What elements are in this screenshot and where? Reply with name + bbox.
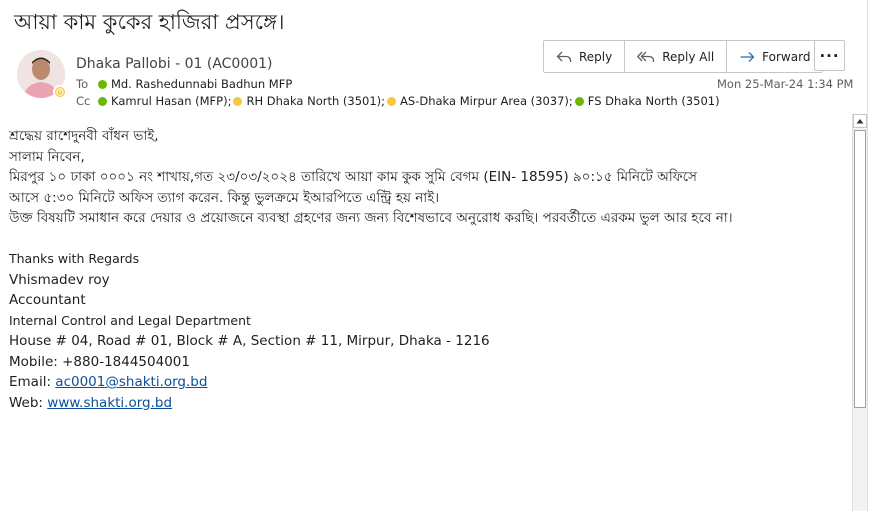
- cc-recipient-name: AS-Dhaka Mirpur Area (3037);: [400, 94, 573, 108]
- cc-recipient[interactable]: Kamrul Hasan (MFP);: [98, 94, 231, 108]
- email-label: Email:: [9, 374, 56, 390]
- cc-recipient-name: Kamrul Hasan (MFP);: [111, 94, 232, 108]
- forward-icon: [740, 51, 755, 62]
- signature-email-line: Email: ac0001@shakti.org.bd: [9, 372, 845, 393]
- received-date: Mon 25-Mar-24 1:34 PM: [717, 77, 854, 91]
- reply-all-icon: [637, 51, 655, 62]
- reply-button[interactable]: Reply: [544, 41, 626, 72]
- reply-all-button[interactable]: Reply All: [625, 41, 728, 72]
- body-line: আসে ৫:৩০ মিনিটে অফিস ত্যাগ করেন. কিন্তু …: [9, 189, 440, 206]
- web-label: Web:: [9, 394, 48, 411]
- cc-recipient-name: RH Dhaka North (3501);: [246, 94, 386, 108]
- signature-address: House # 04, Road # 01, Block # A, Sectio…: [9, 333, 490, 349]
- scroll-up-button[interactable]: [853, 114, 867, 128]
- available-presence-icon: [98, 96, 107, 106]
- sender-name[interactable]: Dhaka Pallobi - 01 (AC0001): [76, 56, 273, 72]
- cc-recipient[interactable]: RH Dhaka North (3501);: [233, 94, 385, 108]
- away-presence-icon: [387, 96, 397, 106]
- cc-label: Cc: [76, 94, 91, 108]
- signature-regards: Thanks with Regards: [9, 251, 140, 266]
- message-body: শ্রদ্ধেয় রাশেদুনবী বাঁধন ভাই, সালাম নিব…: [9, 126, 845, 413]
- reply-label: Reply: [579, 49, 613, 64]
- away-presence-icon: [53, 85, 67, 99]
- to-recipient[interactable]: Md. Rashedunnabi Badhun MFP: [98, 77, 292, 91]
- cc-row: Cc Kamrul Hasan (MFP); RH Dhaka North (3…: [76, 94, 722, 108]
- body-salutation: সালাম নিবেন,: [9, 148, 85, 165]
- to-recipient-name: Md. Rashedunnabi Badhun MFP: [111, 77, 293, 91]
- vertical-scrollbar[interactable]: [852, 114, 867, 511]
- body-line: মিরপুর ১০ ঢাকা ০০০১ নং শাখায়,গত ২৩/০৩/২…: [9, 169, 697, 185]
- signature-web-line: Web: www.shakti.org.bd: [9, 393, 845, 414]
- body-line: উক্ত বিষয়টি সমাধান করে দেয়ার ও প্রয়োজ…: [9, 210, 733, 226]
- forward-button[interactable]: Forward: [727, 41, 823, 72]
- available-presence-icon: [98, 79, 107, 89]
- available-presence-icon: [574, 96, 584, 106]
- caret-up-icon: [856, 119, 864, 124]
- signature-title: Accountant: [9, 292, 86, 308]
- reply-all-label: Reply All: [662, 49, 715, 64]
- email-link[interactable]: ac0001@shakti.org.bd: [55, 374, 207, 390]
- reply-icon: [556, 51, 572, 62]
- signature-name: Vhismadev roy: [9, 271, 110, 288]
- body-greeting: শ্রদ্ধেয় রাশেদুনবী বাঁধন ভাই,: [9, 128, 159, 144]
- email-subject: আয়া কাম কুকের হাজিরা প্রসঙ্গে।: [14, 10, 285, 34]
- to-row: To Md. Rashedunnabi Badhun MFP: [76, 77, 294, 91]
- forward-label: Forward: [762, 49, 811, 64]
- window-edge: [867, 0, 873, 511]
- more-actions-button[interactable]: ···: [814, 40, 845, 71]
- cc-recipient[interactable]: FS Dhaka North (3501): [574, 94, 720, 108]
- scroll-thumb[interactable]: [854, 130, 866, 408]
- to-label: To: [76, 77, 89, 91]
- away-presence-icon: [233, 96, 243, 106]
- web-link[interactable]: www.shakti.org.bd: [47, 395, 172, 411]
- cc-recipient-name: FS Dhaka North (3501): [587, 94, 720, 108]
- signature-department: Internal Control and Legal Department: [9, 312, 251, 328]
- cc-recipient[interactable]: AS-Dhaka Mirpur Area (3037);: [387, 94, 573, 108]
- signature-mobile: Mobile: +880-1844504001: [9, 353, 190, 370]
- message-actions: Reply Reply All Forward: [543, 40, 824, 73]
